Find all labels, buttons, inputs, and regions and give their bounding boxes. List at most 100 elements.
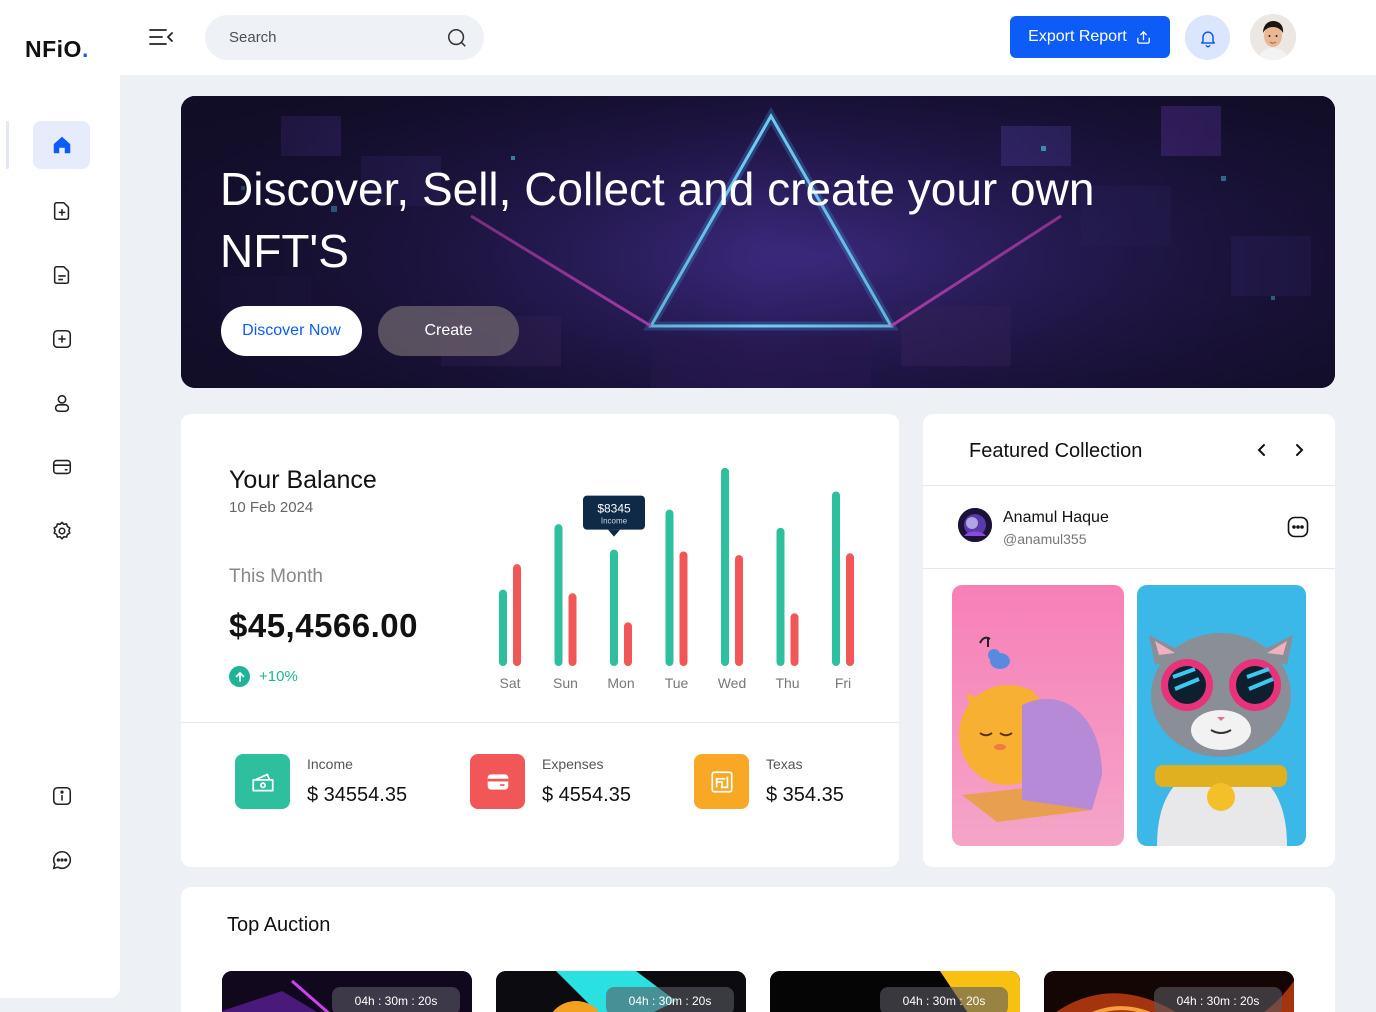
tax-icon	[694, 754, 749, 809]
balance-amount: $45,4566.00	[229, 607, 419, 644]
divider	[181, 722, 899, 723]
gear-icon	[52, 521, 71, 540]
bar-income-thu[interactable]	[776, 527, 785, 666]
bar-series-2-thu[interactable]	[790, 613, 799, 666]
auction-card[interactable]: 04h : 30m : 20s	[770, 971, 1020, 1012]
bar-income-fri[interactable]	[832, 491, 840, 666]
x-tick-label: Thu	[775, 675, 799, 691]
expenses-icon	[470, 754, 525, 809]
collector-avatar-image	[958, 508, 992, 542]
previous-button[interactable]	[1250, 438, 1274, 462]
bar-income-mon[interactable]	[610, 549, 618, 666]
auction-card[interactable]: 04h : 30m : 20s	[1044, 971, 1294, 1012]
next-button[interactable]	[1287, 438, 1311, 462]
collector-avatar[interactable]	[958, 508, 992, 542]
sidebar-item-document[interactable]	[33, 251, 90, 299]
income-icon	[235, 754, 290, 809]
logo-dot: .	[81, 36, 89, 62]
weekly-bar-chart: Sat Sun Mon Tue Wed Thu Fri $8345Income	[499, 467, 854, 691]
file-plus-icon	[53, 201, 69, 221]
top-auction: Top Auction 04h : 30m : 20s 04h : 30m : …	[181, 887, 1335, 1012]
expenses-value: $ 4554.35	[542, 784, 631, 806]
x-tick-label: Fri	[835, 675, 851, 691]
sidebar-item-info[interactable]	[33, 772, 90, 820]
wallet-icon	[52, 459, 71, 475]
chat-icon	[52, 850, 71, 870]
texas-value: $ 354.35	[766, 784, 844, 806]
bar-series-2-mon[interactable]	[624, 622, 632, 666]
plus-square-icon	[52, 329, 71, 349]
featured-collection: Featured Collection Anamul Haque @anamul…	[923, 414, 1335, 867]
logo[interactable]: NFiO.	[25, 36, 89, 63]
menu-toggle-button[interactable]	[148, 26, 174, 48]
avatar-image	[1250, 14, 1296, 60]
income-label: Income	[307, 756, 353, 772]
more-options-button[interactable]	[1287, 516, 1309, 538]
stat-income: Income $ 34554.35	[235, 754, 435, 810]
info-icon	[52, 786, 71, 806]
collector-name[interactable]: Anamul Haque	[1003, 509, 1109, 527]
bar-series-2-sat[interactable]	[513, 564, 521, 666]
home-icon	[53, 136, 70, 154]
income-value: $ 34554.35	[307, 784, 408, 806]
stat-texas: Texas $ 354.35	[694, 754, 884, 810]
sidebar-item-home[interactable]	[33, 121, 90, 169]
sidebar-item-profile[interactable]	[33, 379, 90, 427]
auction-timer: 04h : 30m : 20s	[1154, 987, 1282, 1012]
active-indicator	[6, 121, 9, 169]
nft-sleeping-cat-image	[952, 585, 1124, 846]
top-auction-title: Top Auction	[227, 914, 331, 936]
upload-icon	[1137, 30, 1150, 44]
sidebar-item-settings[interactable]	[33, 507, 90, 555]
sidebar-item-wallet[interactable]	[33, 443, 90, 491]
search-bar	[205, 15, 484, 60]
menu-collapse-icon	[149, 29, 173, 45]
chevron-right-icon	[1296, 444, 1304, 456]
bar-income-tue[interactable]	[665, 509, 674, 666]
hero-banner: Discover, Sell, Collect and create your …	[181, 96, 1335, 388]
bar-income-sun[interactable]	[554, 524, 563, 666]
notification-button[interactable]	[1185, 15, 1230, 60]
create-button[interactable]: Create	[378, 306, 519, 356]
bar-income-wed[interactable]	[721, 467, 729, 666]
auction-timer: 04h : 30m : 20s	[606, 987, 734, 1012]
balance-title: Your Balance	[229, 466, 377, 494]
tooltip-value: $8345	[597, 502, 631, 516]
user-icon	[54, 394, 69, 413]
bar-series-2-sun[interactable]	[568, 593, 577, 666]
chart-tooltip: $8345Income	[583, 495, 645, 537]
bell-icon	[1200, 30, 1215, 47]
sidebar-item-add-file[interactable]	[33, 187, 90, 235]
export-report-label: Export Report	[1028, 28, 1127, 45]
search-input[interactable]	[229, 15, 439, 60]
texas-label: Texas	[766, 756, 803, 772]
arrow-up-icon	[229, 666, 250, 687]
tooltip-label: Income	[601, 517, 628, 526]
sidebar-item-create[interactable]	[33, 315, 90, 363]
x-tick-label: Mon	[607, 675, 634, 691]
auction-card[interactable]: 04h : 30m : 20s	[222, 971, 472, 1012]
discover-now-button[interactable]: Discover Now	[221, 306, 362, 356]
file-text-icon	[53, 265, 69, 285]
this-month-label: This Month	[229, 566, 323, 587]
logo-text: NFiO	[25, 36, 82, 62]
auction-timer: 04h : 30m : 20s	[332, 987, 460, 1012]
auction-timer: 04h : 30m : 20s	[880, 987, 1008, 1012]
nft-card[interactable]	[1137, 585, 1306, 846]
featured-title: Featured Collection	[969, 440, 1143, 462]
export-report-button[interactable]: Export Report	[1010, 16, 1170, 58]
search-icon[interactable]	[446, 27, 468, 49]
balance-date: 10 Feb 2024	[229, 499, 314, 516]
bar-series-2-wed[interactable]	[735, 555, 743, 666]
auction-card[interactable]: 04h : 30m : 20s	[496, 971, 746, 1012]
bar-series-2-tue[interactable]	[679, 551, 688, 666]
bar-income-sat[interactable]	[499, 589, 507, 666]
user-avatar[interactable]	[1250, 14, 1296, 60]
sidebar-item-chat[interactable]	[33, 836, 90, 884]
nft-card[interactable]	[952, 585, 1124, 846]
divider	[923, 568, 1335, 569]
x-tick-label: Sun	[553, 675, 578, 691]
chevron-left-icon	[1257, 444, 1265, 456]
x-tick-label: Tue	[665, 675, 689, 691]
bar-series-2-fri[interactable]	[846, 553, 854, 666]
